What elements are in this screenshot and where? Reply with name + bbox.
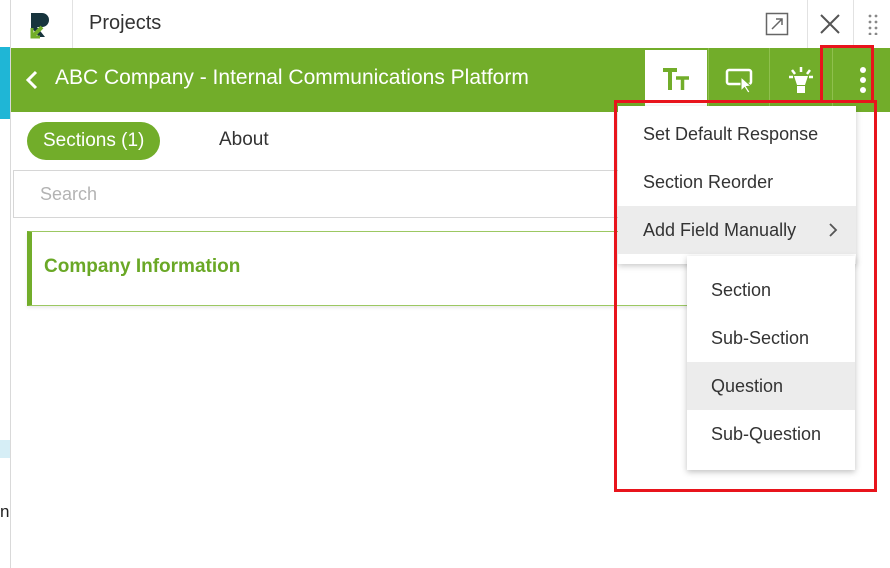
expand-button[interactable] xyxy=(755,0,799,48)
tab-sections[interactable]: Sections (1) xyxy=(27,122,161,160)
logo xyxy=(11,0,73,48)
panel-title: Projects xyxy=(89,12,162,34)
logo-icon xyxy=(30,13,49,39)
close-button[interactable] xyxy=(807,0,852,48)
expand-icon xyxy=(765,12,789,36)
section-title: Company Information xyxy=(44,256,241,277)
background-app-fragment xyxy=(0,47,10,119)
highlight-box-menu xyxy=(614,100,877,492)
tab-about[interactable]: About xyxy=(219,129,269,151)
back-button[interactable] xyxy=(23,68,41,92)
text-format-icon xyxy=(663,68,689,90)
close-icon xyxy=(820,14,840,34)
drag-handle[interactable] xyxy=(853,0,890,48)
highlight-box-more-button xyxy=(820,45,874,103)
panel-titlebar: Projects xyxy=(11,0,890,48)
drag-handle-icon xyxy=(868,14,878,35)
screen-pointer-icon xyxy=(725,68,753,94)
lightbulb-icon xyxy=(789,67,813,93)
back-chevron-icon xyxy=(25,70,38,90)
background-app-fragment xyxy=(0,440,10,458)
background-text-fragment: n xyxy=(0,502,10,521)
project-title: ABC Company - Internal Communications Pl… xyxy=(55,66,529,89)
search-input[interactable] xyxy=(13,170,713,218)
